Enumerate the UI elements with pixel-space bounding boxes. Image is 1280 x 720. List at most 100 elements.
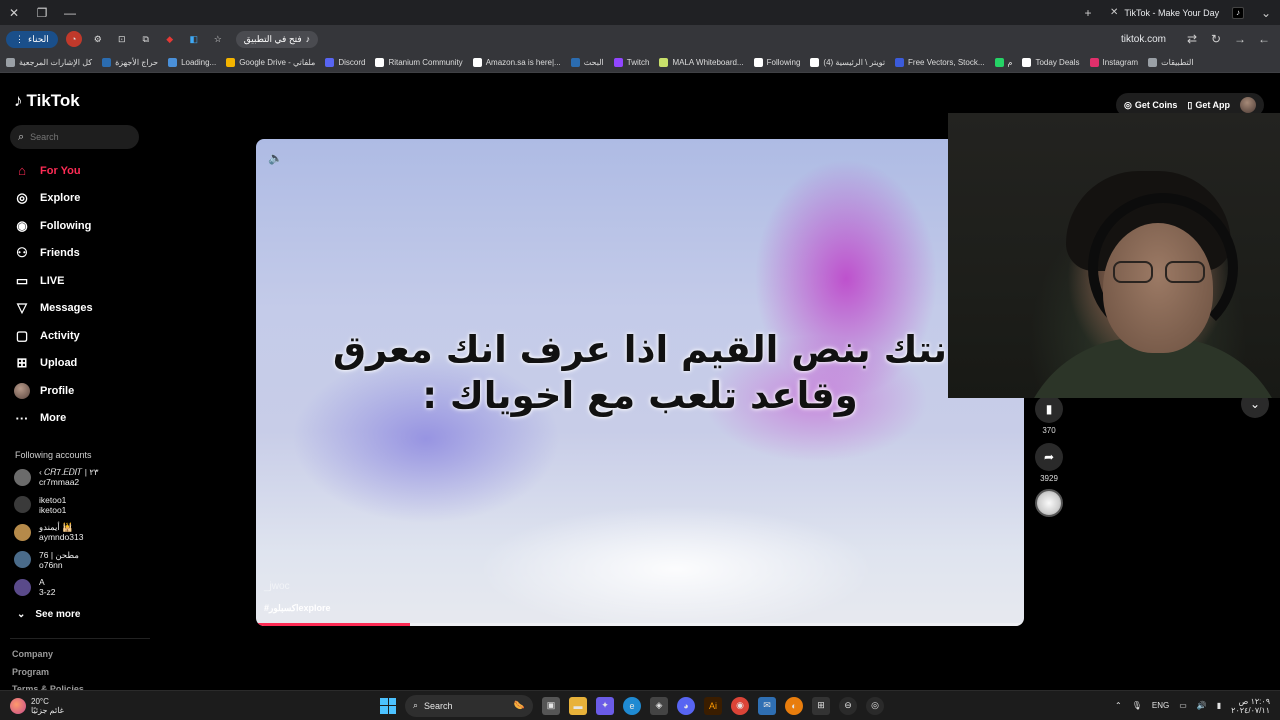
display-icon[interactable]: ▭ — [1179, 701, 1187, 710]
bookmark-favicon-icon — [325, 58, 335, 67]
reload-icon[interactable]: ↻ — [1206, 32, 1226, 46]
new-tab-icon[interactable]: + — [1074, 0, 1102, 25]
bookmark-item[interactable]: كل الإشارات المرجعية — [6, 58, 92, 67]
extension-icon[interactable]: ⚙ — [90, 31, 106, 47]
video-username[interactable]: _jwoc — [264, 581, 290, 592]
weather-widget[interactable]: 20°C غائم جزئيًا — [10, 697, 130, 715]
bookmark-item[interactable]: Discord — [325, 58, 365, 67]
close-window-icon[interactable]: ✕ — [0, 0, 28, 25]
extension-icon[interactable]: ◆ — [162, 31, 178, 47]
sidebar-item-activity[interactable]: ▢ Activity — [14, 322, 154, 350]
sidebar-item-upload[interactable]: ⊞ Upload — [14, 350, 154, 378]
open-in-app-button[interactable]: فتح في التطبيق ♪ — [235, 30, 319, 48]
volume-icon[interactable]: 🔈 — [268, 151, 283, 165]
get-coins-button[interactable]: ◎ Get Coins — [1124, 100, 1177, 111]
bookmark-item[interactable]: م — [994, 58, 1012, 67]
tiktok-logo[interactable]: ♪ TikTok — [14, 91, 80, 111]
file-explorer-icon[interactable]: ▬ — [569, 696, 587, 715]
taskbar-search[interactable]: ⌕ Search 🌭 — [405, 694, 533, 717]
tab-tiktok[interactable]: ✕ TikTok - Make Your Day ♪ — [1102, 0, 1252, 25]
bookmark-item[interactable]: Instagram — [1089, 58, 1138, 67]
extension-icon[interactable]: ◔ — [65, 31, 82, 47]
caption-line-1: نتك بنص القيم اذا عرف انك معرق — [332, 328, 948, 371]
back-icon[interactable]: → — [1230, 32, 1250, 46]
bookmark-item[interactable]: حراج الأجهزة — [102, 58, 158, 67]
bookmark-star-icon[interactable]: ☆ — [210, 31, 226, 47]
sidebar-item-messages[interactable]: ▽ Messages — [14, 295, 154, 323]
bookmark-item[interactable]: (4) تويتر \ الرئيسية — [810, 58, 885, 67]
start-button-icon[interactable] — [380, 697, 396, 714]
sidebar-item-more[interactable]: ··· More — [14, 405, 154, 433]
site-settings-icon[interactable]: ⇄ — [1182, 32, 1202, 46]
bookmark-item[interactable]: البحث — [570, 58, 604, 67]
avatar[interactable] — [1240, 97, 1256, 113]
copilot-icon[interactable]: ✦ — [596, 696, 614, 715]
microphone-icon[interactable]: 🎙 — [1132, 701, 1142, 710]
url-text[interactable]: tiktok.com — [1121, 34, 1166, 45]
following-account-item[interactable]: أيمندو 🕌 aymndo313 — [14, 522, 83, 542]
bookmark-item[interactable]: Free Vectors, Stock... — [895, 58, 985, 67]
footer-program-link[interactable]: Program — [12, 667, 49, 677]
video-hashtag[interactable]: #اكسبلورexplore — [264, 603, 331, 614]
edge-icon[interactable]: e — [623, 696, 641, 715]
chrome-icon[interactable]: ◉ — [731, 696, 749, 715]
sidebar-item-following[interactable]: ◉ Following — [14, 212, 154, 240]
bookmark-item[interactable]: Ritanium Community — [375, 58, 463, 67]
obs-icon[interactable]: ◎ — [866, 696, 884, 715]
profile-chip[interactable]: ⋮ الحناء — [6, 30, 58, 48]
blender-icon[interactable]: ◐ — [785, 696, 803, 715]
screenshot-icon[interactable]: ⊡ — [114, 31, 130, 47]
clock-time: ١٢:٠٩ ص — [1238, 696, 1270, 706]
bookmark-item[interactable]: Following — [753, 58, 800, 67]
tray-chevron-icon[interactable]: ⌃ — [1115, 701, 1122, 710]
video-player[interactable]: 🔈 نتك بنص القيم اذا عرف انك معرق وقاعد ت… — [256, 139, 1024, 626]
sidebar-item-live[interactable]: ▭ LIVE — [14, 267, 154, 295]
app-icon[interactable]: ⊖ — [839, 696, 857, 715]
bookmark-item[interactable]: Google Drive - ملفاتي — [226, 58, 315, 67]
messages-icon: ▽ — [17, 300, 27, 316]
see-more-button[interactable]: ⌄ See more — [17, 609, 80, 620]
bookmark-item[interactable]: التطبيقات — [1148, 58, 1194, 67]
discord-icon[interactable]: ◕ — [677, 696, 695, 715]
share-icon[interactable]: ➦ — [1035, 443, 1063, 471]
extensions-puzzle-icon[interactable]: ⧉ — [138, 31, 154, 47]
video-progress-bar[interactable] — [256, 623, 1024, 626]
volume-icon[interactable]: 🔊 — [1197, 701, 1207, 710]
store-icon[interactable]: ◈ — [650, 696, 668, 715]
bookmark-item[interactable]: Twitch — [613, 58, 650, 67]
sidebar-item-label: Explore — [40, 192, 81, 205]
bookmark-item[interactable]: Amazon.sa is here|... — [472, 58, 561, 67]
bookmark-item[interactable]: MALA Whiteboard... — [659, 58, 744, 67]
minimize-window-icon[interactable]: — — [56, 0, 84, 25]
avatar — [14, 496, 31, 513]
sidebar-item-friends[interactable]: ⚇ Friends — [14, 240, 154, 268]
calculator-icon[interactable]: ⊞ — [812, 696, 830, 715]
search-box[interactable]: ⌕ — [10, 125, 139, 149]
bookmark-item[interactable]: Today Deals — [1022, 58, 1080, 67]
mail-icon[interactable]: ✉ — [758, 696, 776, 715]
bookmark-item[interactable]: Loading... — [168, 58, 216, 67]
following-account-item[interactable]: A 3-z2 — [14, 577, 56, 597]
battery-icon[interactable]: ▮ — [1217, 701, 1221, 710]
bookmark-icon[interactable]: ▮ — [1035, 395, 1063, 423]
restore-window-icon[interactable]: ❐ — [28, 0, 56, 25]
following-account-item[interactable]: 76 | مطحن o76nn — [14, 550, 79, 570]
sidebar-item-for-you[interactable]: ⌂ For You — [14, 157, 154, 185]
illustrator-icon[interactable]: Ai — [704, 696, 722, 715]
extension-icon[interactable]: ◧ — [186, 31, 202, 47]
sound-disc-icon[interactable] — [1035, 489, 1063, 517]
task-view-icon[interactable]: ▣ — [542, 696, 560, 715]
language-indicator[interactable]: ENG — [1152, 701, 1169, 710]
following-account-item[interactable]: iketoo1 iketoo1 — [14, 495, 66, 515]
taskbar-clock[interactable]: ١٢:٠٩ ص ٢٠٢٤/٠٧/١١ — [1231, 697, 1270, 715]
tab-close-icon[interactable]: ✕ — [1110, 7, 1118, 18]
search-input[interactable] — [30, 132, 126, 142]
sidebar-item-profile[interactable]: Profile — [14, 377, 154, 405]
sidebar-item-explore[interactable]: ◎ Explore — [14, 185, 154, 213]
get-app-button[interactable]: ▯ Get App — [1187, 100, 1230, 111]
forward-icon[interactable]: ← — [1254, 32, 1274, 46]
tab-search-icon[interactable]: ⌄ — [1252, 0, 1280, 25]
following-account-item[interactable]: ‹ 𝐶𝑅7.𝐸𝐷𝐼𝑇 | ٢٣ cr7mmaa2 — [14, 467, 98, 487]
bookmark-label: Twitch — [626, 58, 650, 67]
footer-company-link[interactable]: Company — [12, 649, 53, 659]
